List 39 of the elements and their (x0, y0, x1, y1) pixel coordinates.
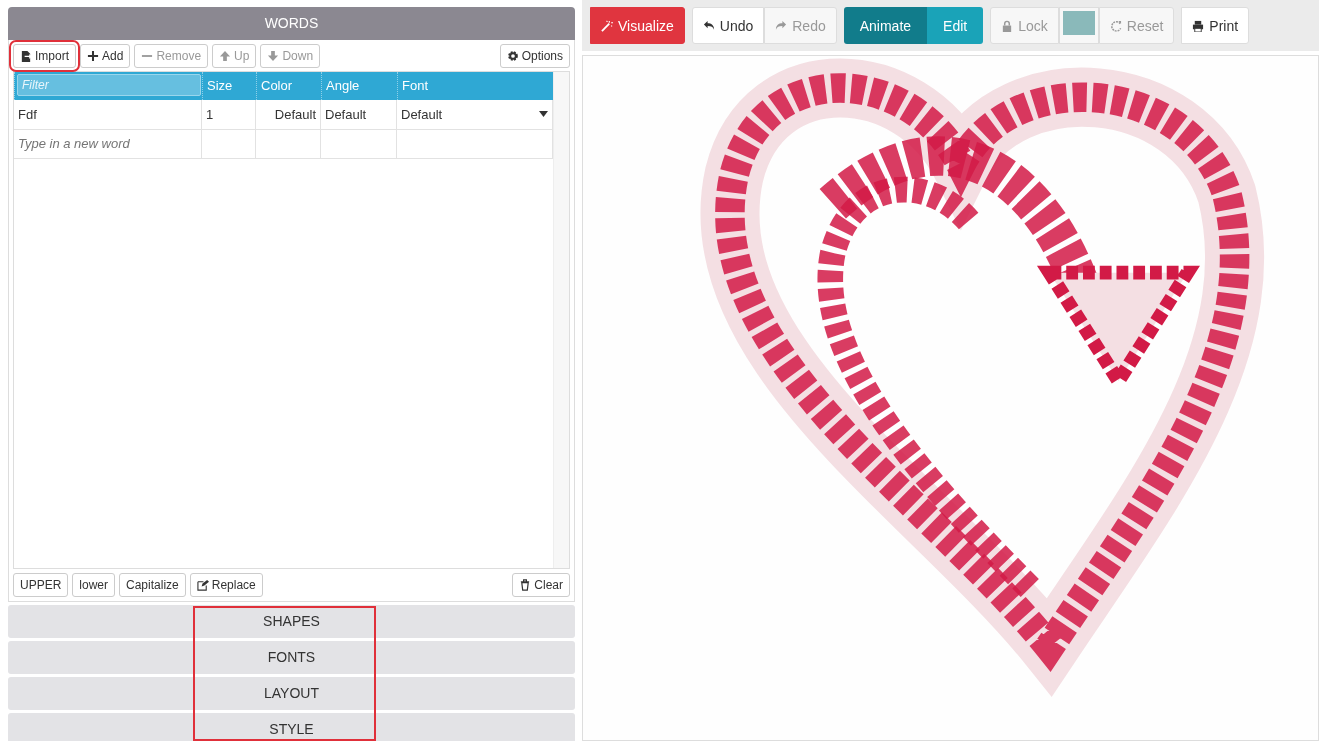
new-word-field[interactable]: Type in a new word (14, 130, 202, 159)
text-case-button[interactable]: Capitalize (119, 573, 186, 597)
reset-icon (1109, 19, 1122, 32)
toolbar-button[interactable]: Undo (691, 7, 765, 44)
import-icon (20, 50, 32, 62)
filter-field[interactable]: Filter (17, 74, 201, 96)
up-arrow-icon (219, 50, 232, 62)
clear-button[interactable]: Clear (512, 573, 570, 597)
toolbar-button[interactable]: Add (80, 44, 131, 68)
plus-icon (87, 50, 99, 62)
section-header[interactable]: STYLE (8, 713, 575, 741)
magic-wand-icon (601, 19, 613, 32)
table-cell (202, 130, 256, 159)
table-cell: Default (256, 99, 321, 130)
toolbar-button[interactable]: Print (1181, 7, 1250, 44)
dropdown-arrow-icon (539, 111, 548, 118)
table-cell: 1 (202, 99, 256, 130)
text-case-button[interactable]: Replace (189, 573, 263, 597)
section-header[interactable]: FONTS (8, 641, 575, 674)
section-header[interactable]: LAYOUT (8, 677, 575, 710)
toolbar-button[interactable]: Visualize (590, 7, 685, 44)
lock-icon (1001, 19, 1014, 32)
color-swatch-button[interactable] (1058, 7, 1099, 44)
table-cell: Default (321, 99, 397, 130)
scrollbar[interactable] (553, 72, 569, 568)
options-button[interactable]: Options (499, 44, 570, 68)
undo-arrow-icon (702, 19, 715, 32)
section-header[interactable]: SHAPES (8, 605, 575, 638)
text-case-button[interactable]: UPPER (13, 573, 69, 597)
text-case-button[interactable]: lower (72, 573, 116, 597)
down-arrow-icon (267, 50, 280, 62)
trash-icon (519, 579, 532, 591)
panel-title: WORDS (8, 7, 575, 40)
mode-tab[interactable]: Animate (843, 7, 928, 44)
table-cell (256, 130, 321, 159)
redo-arrow-icon (775, 19, 788, 32)
printer-icon (1192, 19, 1205, 32)
settings-icon (506, 50, 519, 62)
pencil-square-icon (196, 579, 209, 591)
